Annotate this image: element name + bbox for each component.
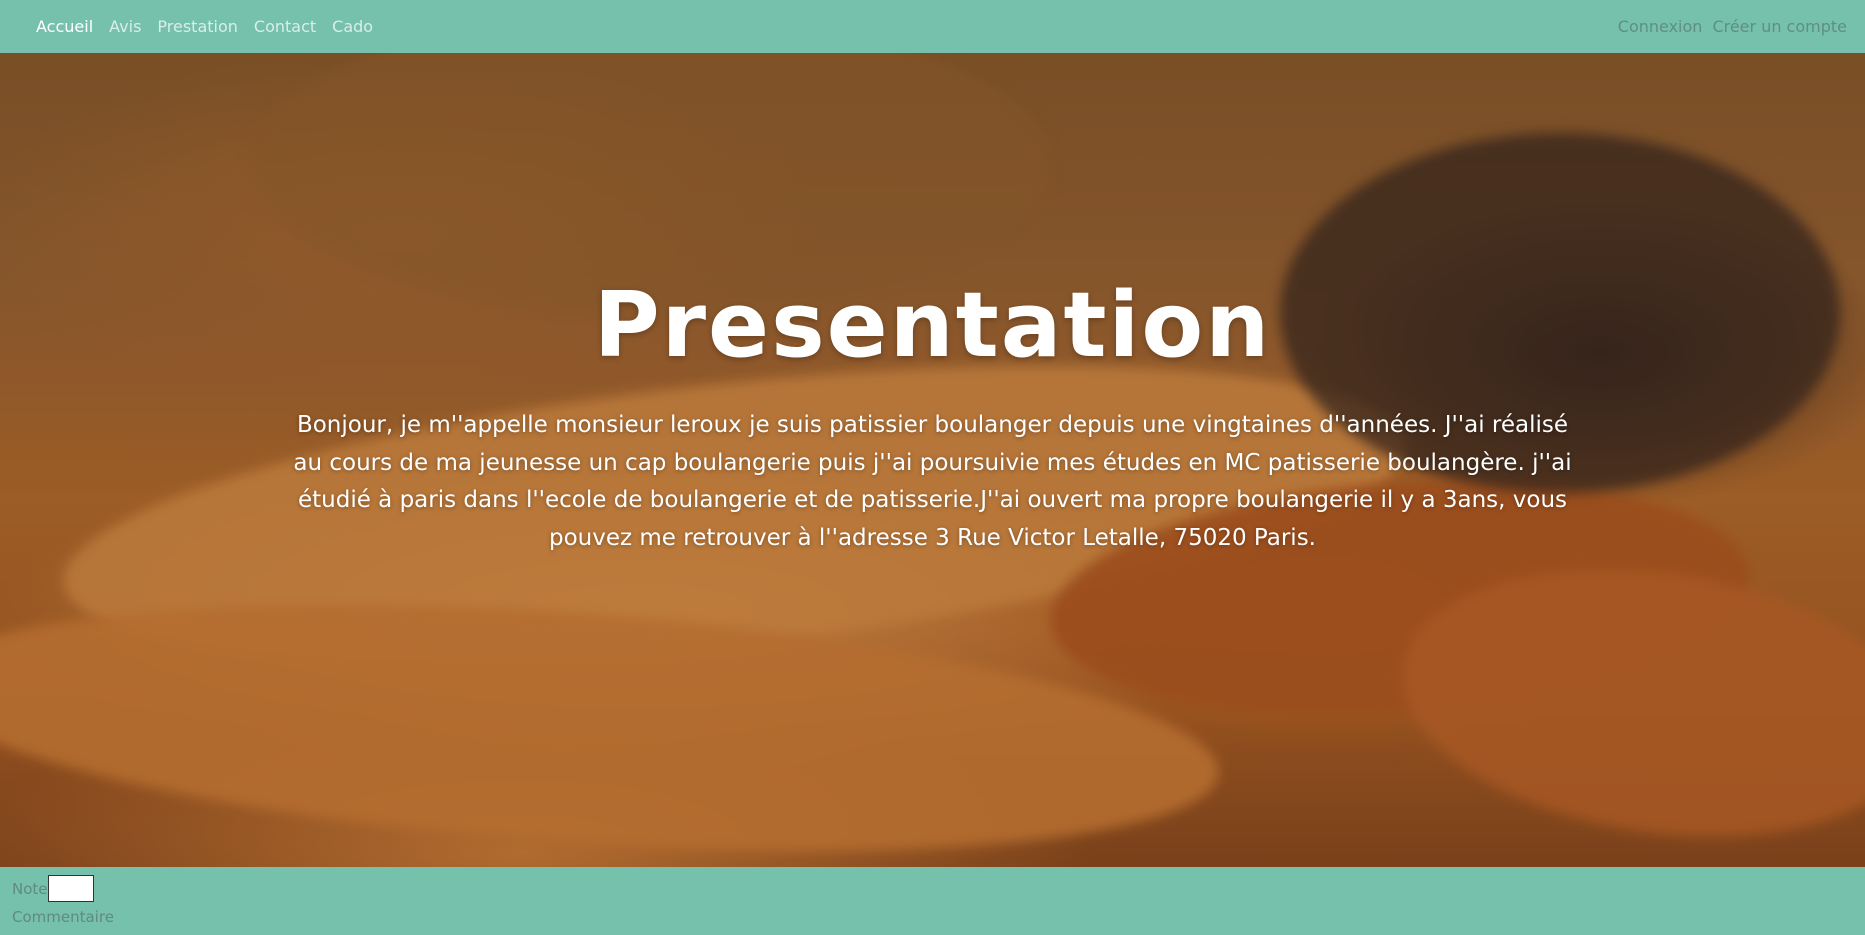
note-row: Note [12, 875, 94, 902]
hero-section: Presentation Bonjour, je m''appelle mons… [0, 53, 1865, 867]
top-navbar: Accueil Avis Prestation Contact Cado Con… [0, 0, 1865, 53]
nav-link-avis[interactable]: Avis [109, 17, 141, 36]
nav-link-prestation[interactable]: Prestation [157, 17, 238, 36]
nav-link-contact[interactable]: Contact [254, 17, 316, 36]
nav-link-cado[interactable]: Cado [332, 17, 373, 36]
nav-link-accueil[interactable]: Accueil [36, 17, 93, 36]
note-label: Note [12, 879, 48, 898]
nav-right-links: Connexion Créer un compte [1618, 0, 1847, 53]
nav-link-connexion[interactable]: Connexion [1618, 17, 1703, 36]
nav-link-creer-compte[interactable]: Créer un compte [1712, 17, 1847, 36]
comment-label: Commentaire [12, 908, 114, 926]
note-input[interactable] [47, 875, 94, 902]
nav-left-links: Accueil Avis Prestation Contact Cado [36, 0, 373, 53]
page-title: Presentation [593, 273, 1272, 378]
presentation-text: Bonjour, je m''appelle monsieur leroux j… [293, 412, 1572, 551]
review-form: Note Commentaire [0, 867, 1865, 935]
